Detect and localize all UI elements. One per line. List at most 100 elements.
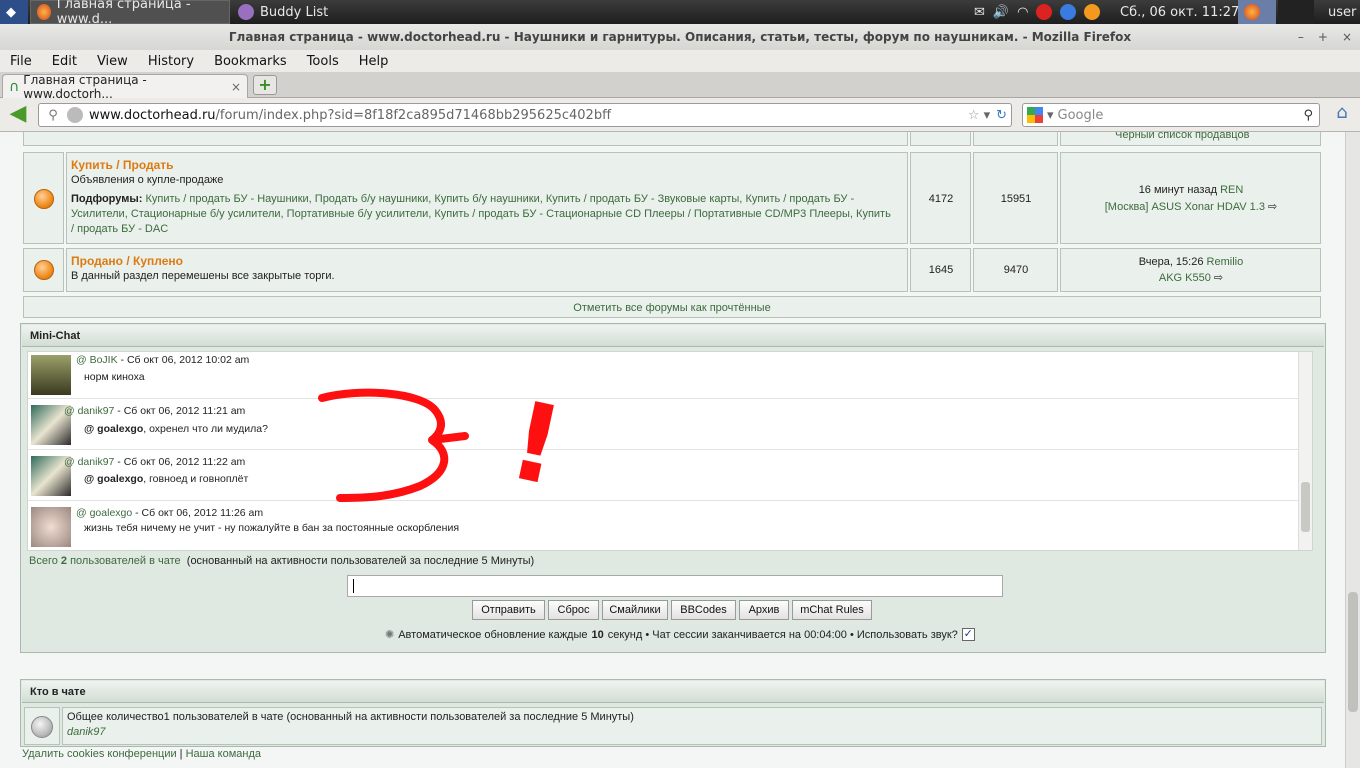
clock[interactable]: Сб., 06 окт. 11:27	[1114, 0, 1245, 24]
url-path: /forum/index.php?sid=8f18f2ca895d71468bb…	[215, 107, 612, 123]
delete-cookies-link[interactable]: Удалить cookies конференции	[22, 748, 177, 760]
bbcodes-button[interactable]: BBCodes	[671, 600, 736, 620]
blacklist-link[interactable]: Черный список продавцов	[1115, 132, 1249, 141]
volume-icon[interactable]: 🔊	[993, 5, 1009, 20]
offline-icon	[31, 716, 53, 738]
site-identity-icon[interactable]: ⚲	[39, 108, 67, 123]
send-button[interactable]: Отправить	[472, 600, 545, 620]
last-post-user[interactable]: Remilio	[1207, 256, 1244, 268]
goto-post-icon[interactable]: ⇨	[1214, 272, 1223, 284]
mini-chat-title: Mini-Chat	[22, 325, 1324, 347]
team-link[interactable]: Наша команда	[186, 748, 261, 760]
chat-message: @ BoJIK - Сб окт 06, 2012 10:02 am норм …	[28, 352, 1310, 399]
chat-text: норм киноха	[84, 371, 145, 383]
back-arrow-icon[interactable]: ◀	[4, 103, 32, 127]
forum-row-sold: Продано / Куплено В данный раздел переме…	[66, 248, 908, 292]
avatar	[31, 507, 71, 547]
bookmark-star-icon[interactable]: ☆	[968, 108, 984, 123]
chat-mention[interactable]: @ goalexgo	[84, 473, 143, 485]
subforum-link[interactable]: Портативные б/у усилители,	[287, 208, 432, 220]
forum-row-partial	[23, 132, 908, 146]
last-post-topic[interactable]: [Москва] ASUS Xonar HDAV 1.3	[1105, 201, 1265, 213]
forum-unread-icon	[34, 260, 54, 280]
topics-count: 4172	[928, 193, 954, 205]
minimize-button[interactable]: –	[1298, 30, 1304, 44]
page-scrollbar[interactable]	[1345, 132, 1360, 768]
subforum-link[interactable]: Купить / продать БУ - Стационарные CD Пл…	[434, 208, 853, 220]
chat-messages: @ BoJIK - Сб окт 06, 2012 10:02 am норм …	[27, 351, 1313, 551]
mchat-rules-button[interactable]: mChat Rules	[792, 600, 872, 620]
forum-desc: Объявления о купле-продаже	[71, 174, 224, 186]
goto-post-icon[interactable]: ⇨	[1268, 201, 1277, 213]
chat-user-link[interactable]: goalexgo	[90, 507, 133, 519]
page-content: Черный список продавцов Купить / Продать…	[0, 132, 1345, 768]
menu-view[interactable]: View	[87, 54, 138, 69]
menu-icon[interactable]: ◆	[0, 0, 28, 24]
history-dropdown-icon[interactable]: ▾	[984, 108, 997, 123]
tab-close-icon[interactable]: ×	[231, 80, 241, 94]
user-menu[interactable]: user	[1322, 0, 1360, 24]
new-tab-button[interactable]: +	[253, 75, 277, 95]
forum-title[interactable]: Купить / Продать	[71, 158, 174, 172]
workspace-firefox-icon[interactable]	[1238, 0, 1276, 24]
update-icon[interactable]	[1084, 4, 1101, 20]
subforum-link[interactable]: Продать б/у наушники,	[315, 193, 432, 205]
info-icon[interactable]	[1060, 4, 1077, 20]
last-post-user[interactable]: REN	[1220, 184, 1243, 196]
url-bar[interactable]: ⚲ www. doctorhead.ru/forum/index.php?sid=…	[38, 103, 1012, 127]
menu-history[interactable]: History	[138, 54, 204, 69]
forum-icon-cell	[23, 152, 64, 244]
subforum-link[interactable]: Купить б/у наушники,	[434, 193, 542, 205]
menu-file[interactable]: File	[0, 54, 42, 69]
chat-scroll-thumb[interactable]	[1301, 482, 1310, 532]
who-in-chat: Кто в чате Общее количество1 пользовател…	[20, 679, 1326, 747]
subforum-link[interactable]: Купить / продать БУ - Наушники,	[145, 193, 311, 205]
headphones-icon: ∩	[9, 78, 20, 95]
auto-refresh-info: ✺ Автоматическое обновление каждые 10 секу…	[385, 628, 975, 641]
taskbar-firefox[interactable]: Главная страница - www.d...	[30, 0, 230, 27]
online-user-link[interactable]: danik97	[67, 726, 106, 738]
text-caret	[353, 579, 354, 593]
chat-scrollbar[interactable]	[1298, 352, 1312, 550]
page-scroll-thumb[interactable]	[1348, 592, 1358, 712]
search-icon[interactable]: ⚲	[1303, 108, 1313, 123]
home-icon[interactable]: ⌂	[1328, 102, 1356, 128]
engine-dropdown-icon[interactable]: ▾	[1047, 108, 1054, 123]
tab-active[interactable]: ∩ Главная страница - www.doctorh... ×	[2, 73, 248, 101]
close-button[interactable]: ×	[1342, 30, 1352, 44]
chat-input[interactable]	[347, 575, 1003, 597]
taskbar-buddy-list[interactable]: Buddy List	[232, 0, 382, 24]
annotation-stroke	[318, 388, 469, 502]
menu-edit[interactable]: Edit	[42, 54, 87, 69]
workspace-empty[interactable]	[1278, 0, 1314, 24]
sound-checkbox[interactable]: ✓	[961, 628, 975, 641]
menu-tools[interactable]: Tools	[297, 54, 349, 69]
posts-count: 15951	[1000, 193, 1032, 205]
search-bar[interactable]: ▾ Google ⚲	[1022, 103, 1320, 127]
menu-bookmarks[interactable]: Bookmarks	[204, 54, 297, 69]
wifi-icon[interactable]: ◠	[1017, 5, 1028, 20]
forum-title[interactable]: Продано / Куплено	[71, 254, 183, 268]
subforum-link[interactable]: Купить / продать БУ - Звуковые карты,	[546, 193, 743, 205]
alert-icon[interactable]	[1036, 4, 1053, 20]
reload-icon[interactable]: ↻	[996, 108, 1011, 123]
smilies-button[interactable]: Смайлики	[602, 600, 668, 620]
chat-user-link[interactable]: BoJIK	[90, 354, 118, 366]
subforums-list: Подфорумы: Купить / продать БУ - Наушник…	[71, 193, 891, 235]
chat-mention[interactable]: @ goalexgo	[84, 423, 143, 435]
subforum-link[interactable]: Стационарные б/у усилители,	[131, 208, 284, 220]
menu-help[interactable]: Help	[349, 54, 399, 69]
mark-forums-read-link[interactable]: Отметить все форумы как прочтённые	[573, 302, 770, 314]
chat-user-link[interactable]: danik97	[78, 405, 115, 417]
last-post-topic[interactable]: AKG K550	[1159, 272, 1211, 284]
reset-button[interactable]: Сброс	[548, 600, 599, 620]
chat-user-link[interactable]: danik97	[78, 456, 115, 468]
window-title: Главная страница - www.doctorhead.ru - Н…	[0, 24, 1360, 50]
url-host-prefix: www.	[89, 107, 124, 123]
search-placeholder: Google	[1057, 107, 1104, 123]
mail-icon[interactable]: ✉	[974, 5, 985, 20]
firefox-icon	[1244, 4, 1260, 20]
who-in-chat-title: Кто в чате	[22, 681, 1324, 703]
maximize-button[interactable]: +	[1318, 30, 1328, 44]
archive-button[interactable]: Архив	[739, 600, 789, 620]
